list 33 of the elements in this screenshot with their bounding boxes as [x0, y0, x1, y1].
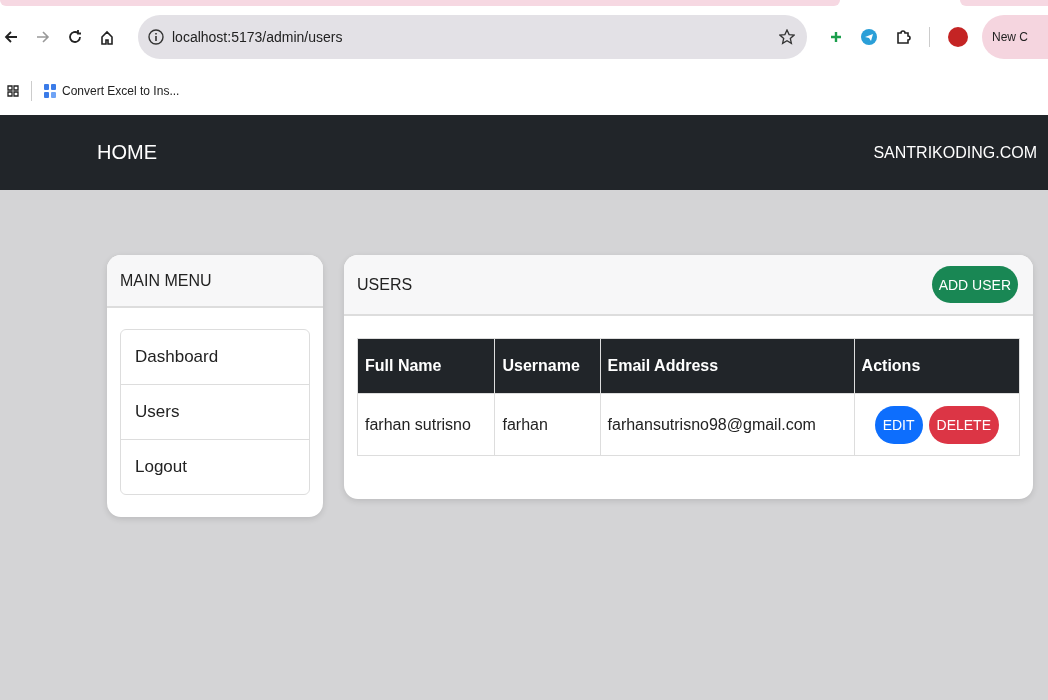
table-cell: farhan [494, 393, 601, 456]
reload-icon[interactable] [68, 30, 82, 44]
column-header: Actions [854, 338, 1020, 394]
edit-button[interactable]: EDIT [874, 405, 923, 444]
back-icon[interactable] [4, 30, 18, 44]
info-icon[interactable] [148, 29, 164, 45]
grid-icon [44, 84, 56, 98]
table-cell: farhansutrisno98@gmail.com [600, 393, 855, 456]
site-link[interactable]: SANTRIKODING.COM [873, 143, 1037, 162]
puzzle-icon[interactable] [895, 29, 912, 45]
column-header: Email Address [600, 338, 855, 394]
menu-item[interactable]: Dashboard [121, 330, 309, 384]
home-icon[interactable] [100, 29, 114, 45]
column-header: Username [494, 338, 601, 394]
profile-chip[interactable]: New C [982, 15, 1048, 59]
url-text: localhost:5173/admin/users [172, 29, 344, 45]
paper-plane-icon[interactable] [861, 29, 878, 45]
table-cell: farhan sutrisno [357, 393, 495, 456]
star-icon[interactable] [779, 29, 796, 45]
menu-item[interactable]: Logout [121, 439, 309, 494]
add-user-button[interactable]: ADD USER [931, 266, 1018, 303]
address-bar[interactable]: localhost:5173/admin/users [138, 15, 808, 59]
avatar-icon[interactable] [948, 27, 968, 47]
menu-item[interactable]: Users [121, 384, 309, 439]
home-link[interactable]: HOME [97, 141, 157, 164]
plus-icon[interactable] [829, 30, 844, 44]
apps-grid-icon[interactable] [7, 85, 19, 97]
card-title: MAIN MENU [120, 271, 212, 290]
card-title: USERS [357, 275, 413, 294]
column-header: Full Name [357, 338, 495, 394]
bookmark-link[interactable]: Convert Excel to Ins... [62, 84, 180, 98]
delete-button[interactable]: DELETE [928, 405, 999, 444]
forward-icon[interactable] [36, 30, 50, 44]
